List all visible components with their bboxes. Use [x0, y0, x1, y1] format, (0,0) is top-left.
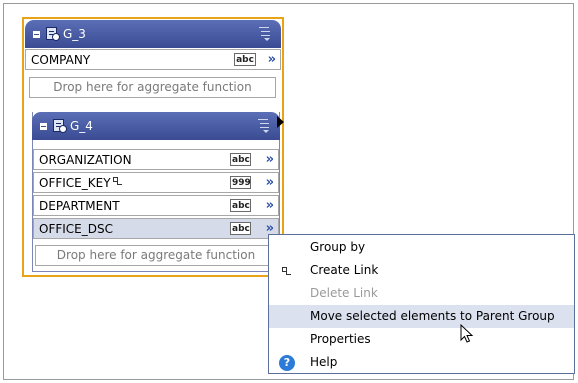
field-label: OFFICE_DSC — [39, 222, 113, 236]
number-type-icon: 999 — [230, 176, 251, 189]
menu-item-properties[interactable]: Properties — [269, 328, 574, 351]
field-row-selected[interactable]: OFFICE_DSC abc » — [33, 218, 279, 239]
menu-item-label: Help — [310, 355, 338, 369]
field-label: OFFICE_KEY — [39, 176, 122, 190]
group-menu-icon[interactable] — [259, 27, 271, 41]
menu-item-create-link[interactable]: Create Link — [269, 259, 574, 282]
menu-item-label: Group by — [310, 240, 366, 254]
aggregate-drop-zone[interactable]: Drop here for aggregate function — [29, 77, 276, 98]
collapse-icon[interactable] — [33, 31, 40, 38]
group-name: G_3 — [63, 27, 86, 41]
help-icon: ? — [279, 355, 295, 371]
menu-item-help[interactable]: ? Help — [269, 351, 574, 374]
menu-item-delete-link[interactable]: Delete Link — [269, 282, 574, 305]
string-type-icon: abc — [234, 53, 256, 66]
field-row[interactable]: COMPANY abc » — [25, 49, 281, 70]
group-menu-icon[interactable] — [258, 119, 270, 133]
link-icon — [112, 176, 122, 186]
string-type-icon: abc — [230, 199, 251, 212]
collapse-icon[interactable] — [40, 123, 47, 130]
group-header-g4[interactable]: G_4 — [32, 112, 280, 140]
group-name: G_4 — [70, 119, 93, 133]
string-type-icon: abc — [230, 222, 251, 235]
dataset-icon — [46, 27, 60, 41]
expand-chevron-icon[interactable]: » — [266, 175, 274, 190]
menu-item-label: Delete Link — [310, 286, 378, 300]
group-header-g3[interactable]: G_3 — [25, 20, 281, 48]
data-group-g3[interactable]: G_3 COMPANY abc » Drop here for aggregat… — [22, 17, 284, 277]
mouse-cursor-icon — [460, 324, 474, 343]
field-label: ORGANIZATION — [39, 153, 132, 167]
data-group-g4[interactable]: G_4 ORGANIZATION abc » OFFICE_KEY 999 » … — [32, 112, 280, 272]
selection-pointer-icon — [277, 116, 284, 128]
menu-item-group-by[interactable]: Group by — [269, 236, 574, 259]
expand-chevron-icon[interactable]: » — [266, 198, 274, 213]
field-label: DEPARTMENT — [39, 199, 120, 213]
menu-item-move-to-parent-group[interactable]: Move selected elements to Parent Group — [269, 305, 574, 328]
context-menu[interactable]: Group by Create Link Delete Link Move se… — [268, 234, 575, 374]
expand-chevron-icon[interactable]: » — [268, 52, 276, 67]
field-row[interactable]: DEPARTMENT abc » — [33, 195, 279, 216]
menu-item-label: Create Link — [310, 263, 379, 277]
dataset-icon — [53, 119, 67, 133]
expand-chevron-icon[interactable]: » — [266, 152, 274, 167]
string-type-icon: abc — [230, 153, 251, 166]
link-icon — [279, 263, 295, 279]
field-row[interactable]: ORGANIZATION abc » — [33, 149, 279, 170]
menu-item-label: Move selected elements to Parent Group — [310, 309, 555, 323]
field-label: COMPANY — [31, 53, 91, 67]
aggregate-drop-zone[interactable]: Drop here for aggregate function — [35, 245, 277, 266]
field-row[interactable]: OFFICE_KEY 999 » — [33, 172, 279, 193]
menu-item-label: Properties — [310, 332, 371, 346]
